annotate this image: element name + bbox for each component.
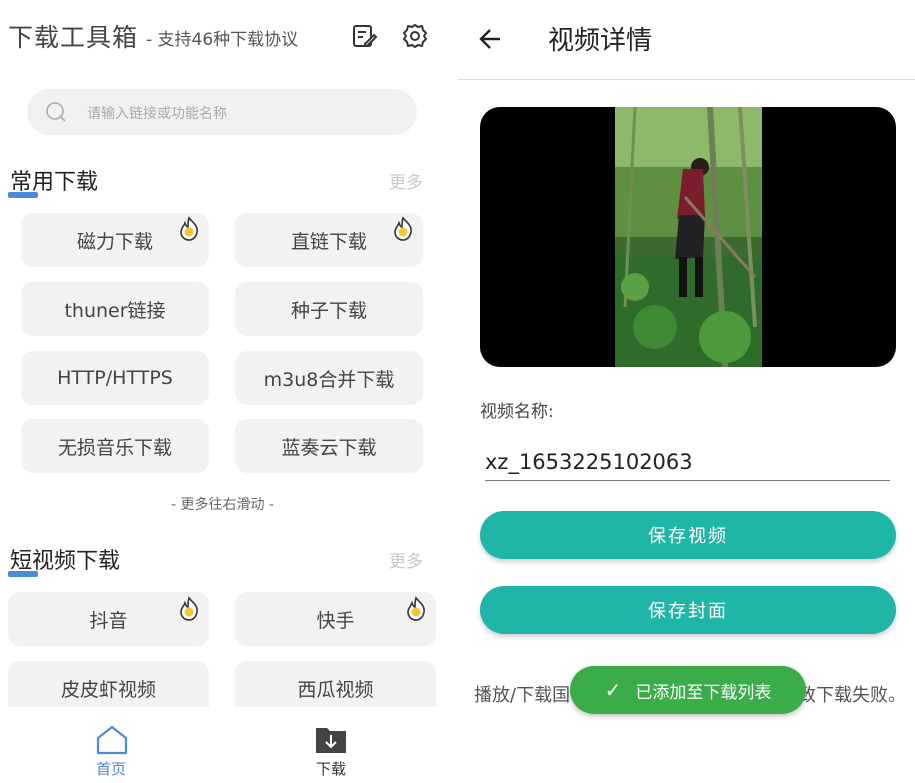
bottom-tab-bar: 首页 下载	[0, 708, 445, 783]
settings-gear-icon[interactable]	[401, 22, 429, 50]
toast-message: 已添加至下载列表	[635, 682, 772, 703]
tab-home-label: 首页	[95, 760, 126, 778]
back-arrow-icon[interactable]	[478, 26, 504, 52]
checkmark-icon: ✓	[604, 678, 622, 702]
chip-xigua[interactable]: 西瓜视频	[235, 661, 436, 707]
video-player[interactable]	[480, 107, 896, 367]
video-detail-screen: 视频详情 视频名称: 保存视频 保存封面 播放/下载国 致下载失败。 ✓ 已添加	[458, 0, 915, 783]
save-cover-button[interactable]: 保存封面	[480, 586, 896, 634]
chip-lossless-music[interactable]: 无损音乐下载	[21, 419, 209, 473]
search-placeholder: 请输入链接或功能名称	[87, 106, 227, 122]
app-title: 下载工具箱	[8, 23, 139, 52]
home-screen: 下载工具箱 - 支持46种下载协议 请输入链接或功能名称 常用下载 更多 磁力下…	[0, 0, 445, 783]
app-subtitle: - 支持46种下载协议	[146, 30, 299, 50]
note-text-left: 播放/下载国	[474, 685, 571, 706]
note-edit-icon[interactable]	[350, 22, 378, 50]
tab-download[interactable]: 下载	[291, 708, 371, 783]
section-title-short-video: 短视频下载	[8, 543, 120, 577]
tab-download-label: 下载	[315, 760, 346, 778]
section-title-common: 常用下载	[8, 164, 98, 198]
home-icon	[96, 725, 128, 755]
video-name-field[interactable]	[485, 447, 890, 481]
header-divider	[458, 79, 915, 80]
chip-http-https[interactable]: HTTP/HTTPS	[21, 351, 209, 405]
hot-flame-icon	[180, 596, 198, 621]
toast-added-to-download-list: ✓ 已添加至下载列表	[570, 666, 806, 714]
scroll-hint: - 更多往右滑动 -	[170, 497, 274, 513]
page-title: 视频详情	[548, 26, 653, 56]
hot-flame-icon	[394, 216, 412, 241]
chip-torrent-download[interactable]: 种子下载	[235, 282, 423, 336]
chip-m3u8-merge[interactable]: m3u8合并下载	[235, 351, 423, 405]
more-link-common[interactable]: 更多	[389, 168, 423, 193]
video-thumbnail	[615, 107, 762, 367]
chip-pipixia[interactable]: 皮皮虾视频	[8, 661, 209, 707]
hot-flame-icon	[180, 216, 198, 241]
chip-thunder-link[interactable]: thuner链接	[21, 282, 209, 336]
search-input[interactable]: 请输入链接或功能名称	[27, 89, 417, 135]
note-text-right: 致下载失败。	[798, 685, 906, 706]
video-name-label: 视频名称:	[480, 402, 554, 422]
hot-flame-icon	[407, 596, 425, 621]
tab-home[interactable]: 首页	[71, 708, 151, 783]
chip-lanzou-download[interactable]: 蓝奏云下载	[235, 419, 423, 473]
more-link-short-video[interactable]: 更多	[389, 547, 423, 572]
download-folder-icon	[316, 728, 346, 753]
search-icon	[46, 102, 66, 122]
save-video-button[interactable]: 保存视频	[480, 511, 896, 559]
